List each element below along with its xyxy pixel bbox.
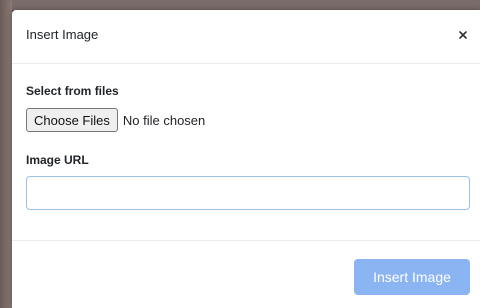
insert-image-button[interactable]: Insert Image <box>354 259 470 295</box>
image-url-label: Image URL <box>26 153 89 167</box>
image-url-input[interactable] <box>26 176 470 210</box>
file-picker: Choose Files No file chosen <box>26 107 205 133</box>
dialog-title: Insert Image <box>26 27 99 42</box>
select-files-label: Select from files <box>26 84 119 98</box>
close-icon[interactable] <box>458 30 468 40</box>
choose-files-button[interactable]: Choose Files <box>26 108 118 132</box>
dialog-header: Insert Image <box>12 10 480 64</box>
dialog-body: Select from files Choose Files No file c… <box>12 64 480 241</box>
insert-image-dialog: Insert Image Select from files Choose Fi… <box>12 10 480 308</box>
modal-backdrop-top <box>0 0 480 10</box>
file-status-text: No file chosen <box>122 112 206 128</box>
modal-backdrop-left[interactable] <box>0 0 12 308</box>
